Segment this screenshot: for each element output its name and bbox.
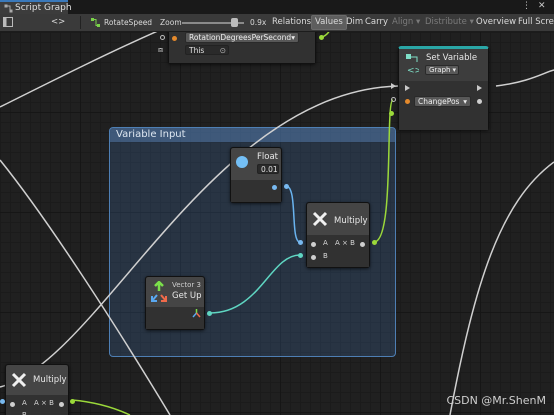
node-title: Multiply [33, 375, 67, 385]
set-variable-node[interactable]: <> Set Variable Graph ▾ ChangePos ▾ [398, 46, 489, 130]
zoom-label: Zoom [160, 18, 182, 27]
float-value-field[interactable]: 0.01 [257, 164, 279, 174]
target-icon[interactable]: ⊙ [220, 46, 226, 56]
port-a-label: A [22, 399, 27, 407]
port-a-label: A [323, 239, 328, 247]
values-button[interactable]: Values [311, 15, 347, 30]
graph-canvas[interactable]: Variable Input RotationDegreesPerSecond … [0, 32, 554, 415]
float-type-icon [236, 156, 248, 168]
float-output-connector[interactable] [284, 184, 289, 189]
node-subtitle: Vector 3 [172, 281, 201, 289]
output-port[interactable] [59, 402, 64, 407]
multiply-node-bottom[interactable]: Multiply A A × B B [5, 364, 69, 415]
fullscreen-button[interactable]: Full Scre [518, 16, 554, 29]
get-variable-node[interactable]: RotationDegreesPerSecond ▾ This ⊙ [168, 32, 324, 64]
vector3-axes-icon [151, 281, 167, 302]
align-dropdown[interactable]: Align ▾ [392, 16, 420, 29]
variable-name-dropdown[interactable]: ChangePos ▾ [414, 96, 471, 107]
float-to-multiply-wire [285, 185, 301, 243]
graph-breadcrumb-icon [91, 18, 100, 27]
node-title: Get Up [172, 291, 202, 301]
set-variable-flow-in-arrow[interactable] [391, 83, 396, 89]
close-icon[interactable]: ✕ [538, 1, 546, 11]
set-variable-value-input-port[interactable] [389, 111, 394, 116]
zoom-slider[interactable] [182, 18, 244, 27]
vector3-output-icon [192, 309, 201, 318]
multiply-node[interactable]: Multiply A A × B B [306, 202, 370, 268]
more-options-icon[interactable]: ⋮ [522, 1, 531, 11]
port-b-label: B [22, 411, 27, 415]
float-output-port[interactable] [272, 185, 277, 190]
relations-button[interactable]: Relations [272, 16, 311, 29]
float-value: 0.01 [261, 165, 278, 174]
multiply-output-connector[interactable] [372, 240, 377, 245]
breadcrumb-rotatespeed[interactable]: RotateSpeed [104, 16, 152, 29]
multiply-icon [11, 372, 27, 388]
output-label: A × B [34, 399, 54, 407]
multiply-bottom-output-connector[interactable] [70, 399, 75, 404]
node-title: Set Variable [426, 53, 478, 63]
float-node[interactable]: Float 0.01 [230, 147, 282, 203]
output-port[interactable] [360, 242, 365, 247]
variable-name-value: RotationDegreesPerSecond [189, 33, 292, 42]
flow-output-port[interactable] [477, 85, 482, 91]
window-tab-bar: Script Graph ⋮ ✕ [0, 0, 554, 15]
multiply-icon [312, 211, 328, 227]
node-title: Float [257, 152, 278, 162]
flow-wire-right-down [449, 161, 554, 415]
dim-button[interactable]: Dim [346, 16, 363, 29]
toolbar-separator [80, 16, 81, 29]
object-field[interactable]: This ⊙ [185, 45, 229, 55]
tab-script-graph[interactable]: Script Graph [0, 0, 72, 15]
graph-inspector-icon[interactable] [3, 17, 13, 27]
object-field-value: This [189, 46, 205, 55]
graph-toolbar: <> RotateSpeed Zoom 0.9x Relations Value… [0, 14, 554, 32]
variable-name-dropdown[interactable]: RotationDegreesPerSecond ▾ [185, 32, 299, 43]
vector3-output-connector[interactable] [207, 311, 212, 316]
flow-input-port[interactable] [405, 85, 410, 91]
string-type-icon [405, 99, 410, 104]
string-type-icon [172, 36, 177, 41]
node-title: Multiply [334, 216, 368, 226]
multiply-bottom-a-input-port[interactable] [0, 399, 5, 404]
distribute-dropdown[interactable]: Distribute ▾ [425, 16, 474, 29]
variable-name-value: ChangePos [418, 97, 460, 106]
set-variable-icon: <> [406, 54, 419, 75]
variable-kind-dropdown[interactable]: Graph ▾ [425, 65, 459, 75]
nav-toggle-button[interactable]: <> [51, 16, 65, 29]
vector3-to-multiply-wire [209, 254, 301, 314]
zoom-slider-thumb[interactable] [230, 18, 238, 27]
overview-button[interactable]: Overview [476, 16, 516, 29]
chevron-down-icon: ▾ [463, 97, 467, 106]
bottom-multiply-output-wire [71, 399, 131, 415]
object-cube-icon: ⧈ [158, 45, 164, 54]
tab-title: Script Graph [15, 3, 72, 13]
multiply-to-set-variable-wire [373, 99, 394, 243]
multiply-a-input-port[interactable] [298, 240, 303, 245]
zoom-value: 0.9x [250, 18, 267, 27]
port-a-icon [311, 242, 316, 247]
output-label: A × B [335, 239, 355, 247]
set-variable-name-input-port[interactable] [391, 97, 396, 102]
get-variable-input-port[interactable] [160, 35, 165, 40]
carry-button[interactable]: Carry [365, 16, 388, 29]
value-output-port[interactable] [319, 35, 324, 40]
multiply-b-input-port[interactable] [298, 253, 303, 258]
port-b-label: B [323, 252, 328, 260]
vector3-get-up-node[interactable]: Vector 3 Get Up [145, 276, 205, 330]
port-b-icon [311, 255, 316, 260]
watermark-text: CSDN @Mr.ShenM [446, 394, 546, 407]
chevron-down-icon: ▾ [452, 66, 456, 74]
svg-text:<>: <> [407, 66, 419, 75]
flow-wire-from-set-variable [495, 69, 554, 87]
port-a-icon [10, 402, 15, 407]
value-output-port[interactable] [477, 99, 482, 104]
chevron-down-icon: ▾ [291, 33, 295, 42]
variable-kind-value: Graph [429, 66, 451, 74]
flow-wire-top-left [0, 32, 158, 108]
node-body [231, 180, 281, 202]
script-graph-icon [4, 4, 13, 13]
